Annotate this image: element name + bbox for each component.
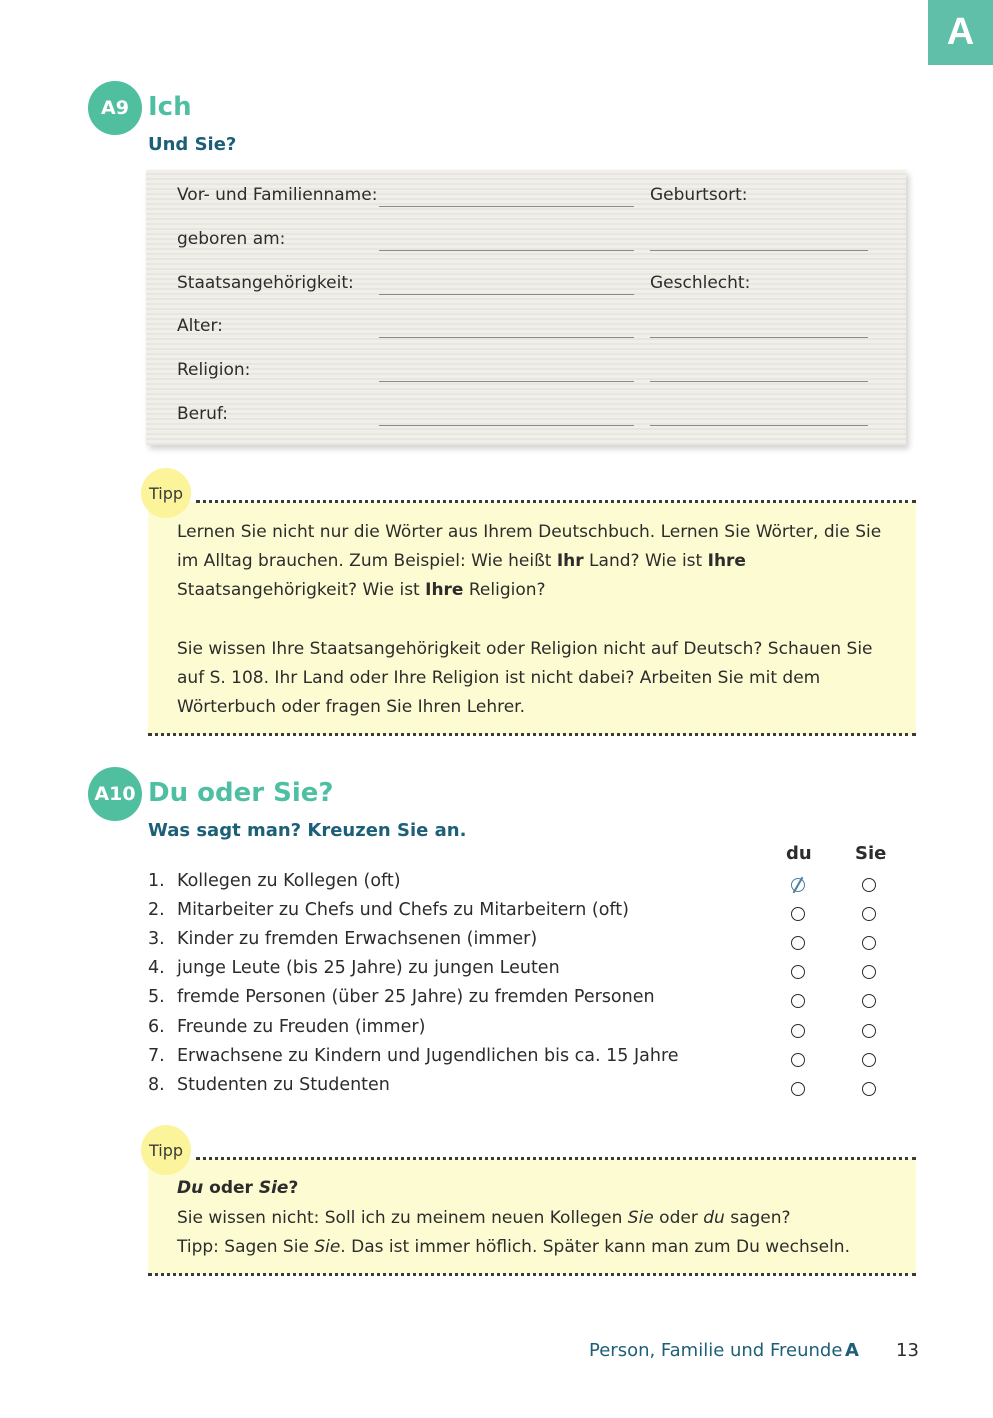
gender-label: Geschlecht: — [650, 273, 751, 293]
name-label: Vor- und Familienname: — [177, 185, 378, 205]
footer-chapter-letter: A — [845, 1340, 859, 1361]
item-text: Mitarbeiter zu Chefs und Chefs zu Mitarb… — [177, 900, 629, 921]
list-item: 1. Kollegen zu Kollegen (oft) — [148, 871, 908, 900]
item-number: 1. — [148, 871, 165, 891]
tipp-badge: Tipp — [141, 468, 191, 518]
sie-radio[interactable] — [862, 936, 876, 951]
tipp-paragraph-2: Sie wissen Ihre Staatsangehörigkeit oder… — [177, 639, 873, 717]
item-text: junge Leute (bis 25 Jahre) zu jungen Leu… — [177, 958, 560, 979]
list-item: 2. Mitarbeiter zu Chefs und Chefs zu Mita… — [148, 900, 908, 929]
item-text: fremde Personen (über 25 Jahre) zu fremd… — [177, 987, 655, 1008]
age-label: Alter: — [177, 316, 223, 336]
item-number: 4. — [148, 958, 165, 979]
exercise-badge-a9: A9 — [88, 81, 142, 135]
du-radio[interactable] — [791, 965, 805, 980]
du-radio[interactable] — [791, 1052, 805, 1067]
item-number: 3. — [148, 929, 165, 950]
personal-info-form — [146, 170, 906, 445]
sie-radio[interactable] — [862, 878, 876, 892]
list-item: 5. fremde Personen (über 25 Jahre) zu fre… — [148, 987, 908, 1016]
tipp-badge: Tipp — [141, 1125, 191, 1175]
nationality-input-line[interactable] — [379, 294, 634, 295]
du-radio[interactable] — [791, 994, 805, 1009]
item-text: Erwachsene zu Kindern und Jugendlichen b… — [177, 1045, 679, 1066]
exercise-subtitle-a9: Und Sie? — [148, 134, 237, 155]
exercise-title-a10: Du oder Sie? — [148, 778, 334, 808]
sie-radio[interactable] — [862, 994, 876, 1009]
tipp-line-1: Sie wissen nicht: Soll ich zu meinem neu… — [177, 1208, 791, 1228]
extra-input-line-2[interactable] — [650, 425, 868, 426]
list-item: 7. Erwachsene zu Kindern und Jugendlichen… — [148, 1046, 908, 1075]
gender-input-line[interactable] — [650, 337, 868, 338]
extra-input-line-1[interactable] — [650, 381, 868, 382]
exercise-title-a9: Ich — [148, 92, 192, 122]
list-item: 4. junge Leute (bis 25 Jahre) zu jungen L… — [148, 958, 908, 987]
age-input-line[interactable] — [379, 337, 634, 338]
item-text: Studenten zu Studenten — [177, 1074, 390, 1095]
list-item: 3. Kinder zu fremden Erwachsenen (immer) — [148, 929, 908, 958]
item-number: 6. — [148, 1016, 165, 1037]
birthdate-input-line[interactable] — [379, 250, 634, 251]
birthdate-label: geboren am: — [177, 229, 286, 249]
du-radio[interactable] — [791, 1023, 805, 1038]
birthplace-input-line[interactable] — [650, 250, 868, 251]
tipp-divider-top — [196, 500, 916, 503]
name-input-line[interactable] — [379, 206, 634, 207]
tipp-line-2: Tipp: Sagen Sie Sie. Das ist immer höfli… — [177, 1237, 850, 1257]
sie-radio[interactable] — [862, 1023, 876, 1038]
chapter-tab: A — [928, 0, 993, 65]
job-input-line[interactable] — [379, 425, 634, 426]
item-text: Kollegen zu Kollegen (oft) — [177, 871, 401, 891]
item-number: 5. — [148, 987, 165, 1008]
du-radio[interactable] — [791, 936, 805, 951]
sie-radio[interactable] — [862, 965, 876, 980]
sie-radio[interactable] — [862, 907, 876, 922]
footer-section-title: Person, Familie und Freunde — [589, 1340, 843, 1361]
column-header-sie: Sie — [855, 843, 887, 864]
item-number: 2. — [148, 900, 165, 921]
religion-label: Religion: — [177, 360, 251, 380]
birthplace-label: Geburtsort: — [650, 185, 748, 205]
list-item: 8. Studenten zu Studenten — [148, 1075, 908, 1104]
du-radio[interactable] — [791, 878, 805, 892]
exercise-badge-a10: A10 — [88, 767, 142, 821]
sie-radio[interactable] — [862, 1052, 876, 1067]
job-label: Beruf: — [177, 404, 228, 424]
nationality-label: Staatsangehörigkeit: — [177, 273, 354, 293]
tipp-divider-bottom — [148, 1273, 916, 1276]
tipp-divider-top — [196, 1157, 916, 1160]
tipp-heading: Du oder Sie? — [177, 1178, 299, 1198]
sie-radio[interactable] — [862, 1081, 876, 1096]
religion-input-line[interactable] — [379, 381, 634, 382]
page-number: 13 — [896, 1340, 919, 1361]
item-number: 7. — [148, 1045, 165, 1066]
item-text: Freunde zu Freuden (immer) — [177, 1016, 426, 1037]
list-item: 6. Freunde zu Freuden (immer) — [148, 1017, 908, 1046]
item-number: 8. — [148, 1074, 165, 1095]
tipp-paragraph-1: Lernen Sie nicht nur die Wörter aus Ihre… — [177, 522, 882, 600]
tipp-divider-bottom — [148, 733, 916, 736]
item-text: Kinder zu fremden Erwachsenen (immer) — [177, 929, 538, 950]
du-radio[interactable] — [791, 907, 805, 922]
du-radio[interactable] — [791, 1081, 805, 1096]
column-header-du: du — [786, 843, 812, 864]
exercise-subtitle-a10: Was sagt man? Kreuzen Sie an. — [148, 820, 467, 841]
